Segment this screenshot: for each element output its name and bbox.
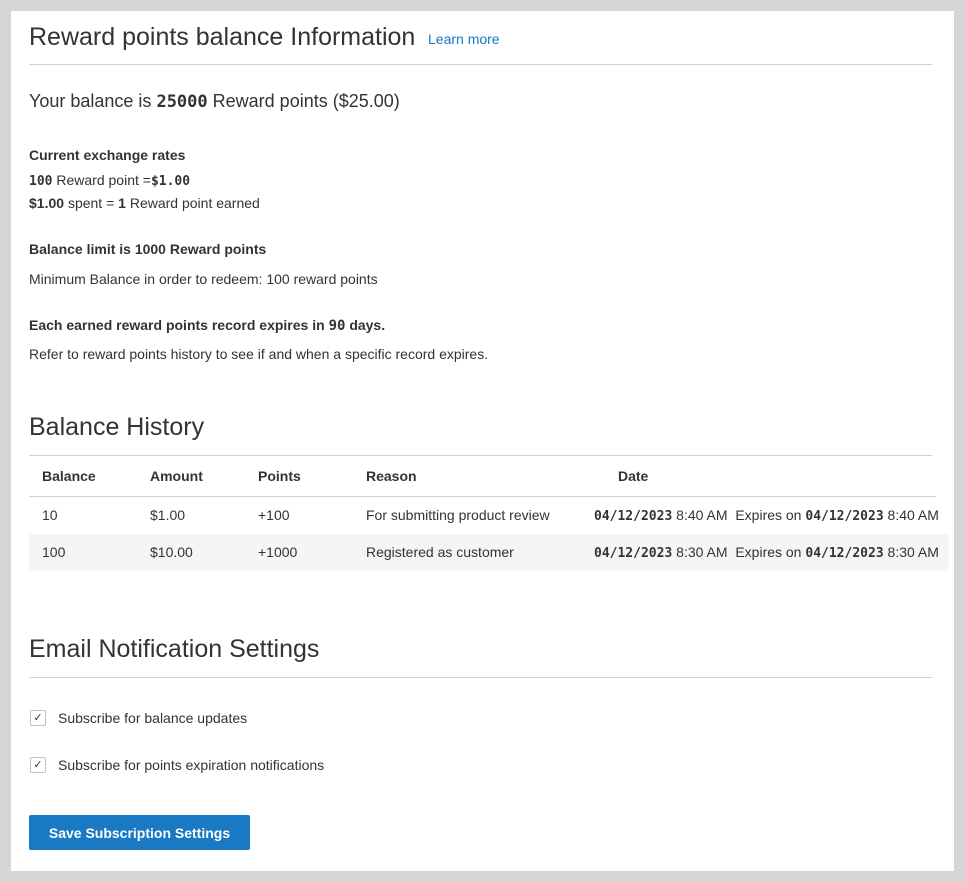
row-date: 04/12/2023 8:30 AM Expires on 04/12/2023… (594, 544, 939, 561)
reward-points-panel: Reward points balance Information Learn … (11, 11, 954, 871)
rate2-value: $1.00 (29, 195, 65, 211)
balance-updates-label[interactable]: Subscribe for balance updates (58, 710, 247, 726)
row-balance: 100 (42, 544, 66, 560)
rate1-text: Reward point = (56, 172, 151, 188)
exchange-rate-earn: $1.00 spent = 1 Reward point earned (29, 195, 260, 211)
row-reason: Registered as customer (366, 544, 514, 560)
save-subscription-button[interactable]: Save Subscription Settings (29, 815, 250, 850)
email-settings-title: Email Notification Settings (29, 635, 320, 663)
expiry-days: 90 (328, 318, 346, 334)
row-expires-time: 8:30 AM (887, 544, 939, 560)
page-title: Reward points balance Information (29, 23, 416, 51)
row-expires-label: Expires on (735, 507, 802, 523)
header-divider (29, 64, 932, 65)
balance-prefix: Your balance is (29, 91, 152, 111)
expiry-heading: Each earned reward points record expires… (29, 317, 385, 334)
balance-limit-text: Balance limit is 1000 Reward points (29, 241, 267, 257)
email-settings-divider (29, 677, 932, 678)
balance-points-value: 25000 (156, 92, 208, 112)
exchange-rates-heading: Current exchange rates (29, 147, 186, 163)
column-header-points: Points (258, 468, 301, 484)
checkmark-icon: ✓ (33, 711, 43, 724)
row-points: +100 (258, 507, 290, 523)
row-expires-date: 04/12/2023 (805, 546, 884, 561)
minimum-balance-text: Minimum Balance in order to redeem: 100 … (29, 271, 378, 287)
exchange-rate-redeem: 100 Reward point =$1.00 (29, 172, 190, 189)
expiry-heading-prefix: Each earned reward points record expires… (29, 317, 325, 333)
expiration-notifications-label[interactable]: Subscribe for points expiration notifica… (58, 757, 324, 773)
checkmark-icon: ✓ (33, 758, 43, 771)
row-date-value: 04/12/2023 (594, 509, 673, 524)
column-header-amount: Amount (150, 468, 203, 484)
row-date-value: 04/12/2023 (594, 546, 673, 561)
balance-history-title: Balance History (29, 413, 205, 441)
rate2-points: 1 (118, 195, 126, 211)
column-header-reason: Reason (366, 468, 417, 484)
row-date: 04/12/2023 8:40 AM Expires on 04/12/2023… (594, 507, 939, 524)
history-divider (29, 455, 932, 456)
column-header-date: Date (618, 468, 649, 484)
row-expires-time: 8:40 AM (887, 507, 939, 523)
row-points: +1000 (258, 544, 298, 560)
row-amount: $10.00 (150, 544, 193, 560)
balance-updates-checkbox[interactable]: ✓ (30, 710, 46, 726)
row-balance: 10 (42, 507, 58, 523)
column-header-balance: Balance (42, 468, 96, 484)
rate1-points: 100 (29, 174, 53, 189)
row-amount: $1.00 (150, 507, 186, 523)
row-expires-date: 04/12/2023 (805, 509, 884, 524)
row-time-value: 8:30 AM (676, 544, 728, 560)
learn-more-link[interactable]: Learn more (428, 31, 500, 47)
rate2-suffix: Reward point earned (129, 195, 260, 211)
expiry-heading-suffix: days. (349, 317, 386, 333)
row-time-value: 8:40 AM (676, 507, 728, 523)
row-expires-label: Expires on (735, 544, 802, 560)
balance-summary: Your balance is 25000 Reward points ($25… (29, 91, 400, 112)
row-reason: For submitting product review (366, 507, 550, 523)
rate1-value: $1.00 (150, 174, 191, 189)
expiration-notifications-checkbox[interactable]: ✓ (30, 757, 46, 773)
expiry-note: Refer to reward points history to see if… (29, 346, 489, 362)
rate2-text: spent = (67, 195, 115, 211)
balance-suffix: Reward points ($25.00) (212, 91, 400, 111)
